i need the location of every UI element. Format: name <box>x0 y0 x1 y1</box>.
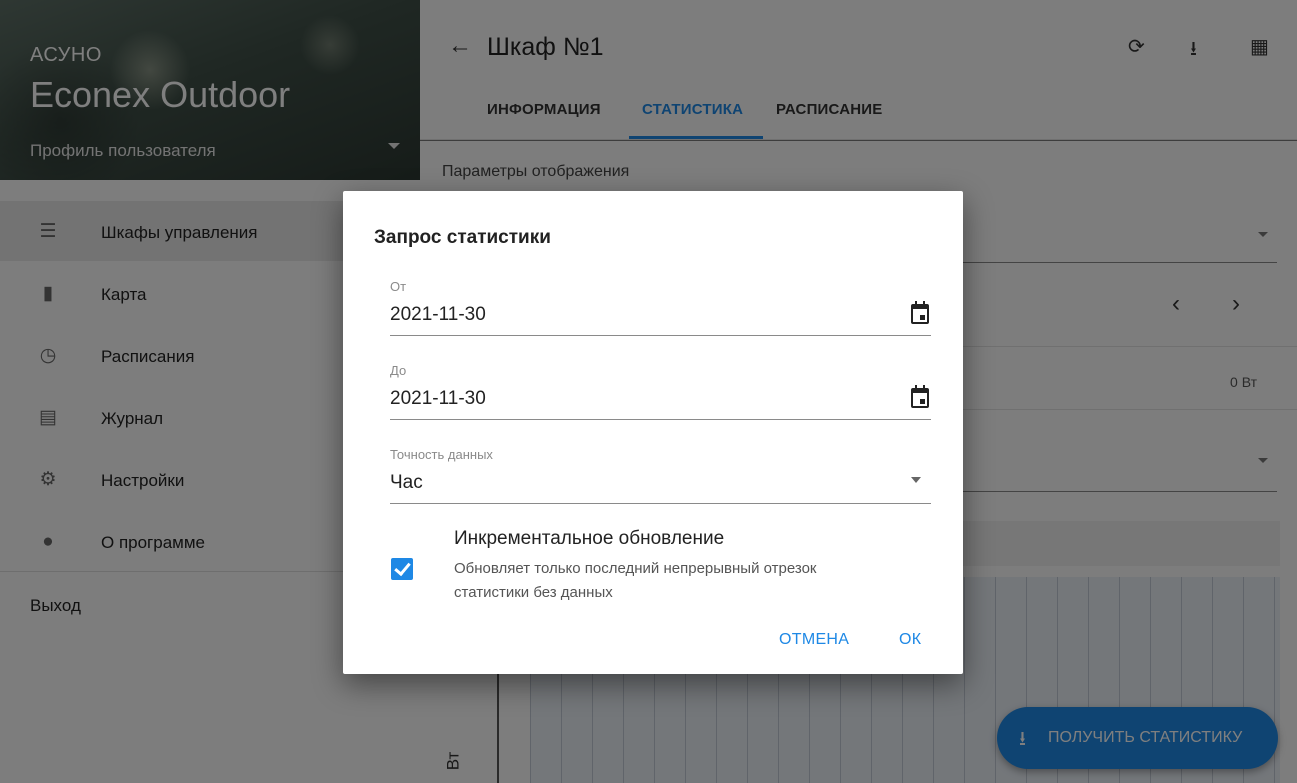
dialog-title: Запрос статистики <box>374 227 551 248</box>
from-date-label: От <box>390 279 407 294</box>
cancel-button[interactable]: ОТМЕНА <box>779 631 849 649</box>
to-date-field[interactable]: До 2021-11-30 <box>390 363 931 421</box>
incremental-update-description: Обновляет только последний непрерывный о… <box>454 560 817 601</box>
field-underline <box>390 335 931 336</box>
to-date-label: До <box>390 363 407 378</box>
field-underline <box>390 503 931 504</box>
chevron-down-icon <box>911 477 921 483</box>
precision-select[interactable]: Точность данных Час <box>390 447 931 505</box>
calendar-icon[interactable] <box>909 385 931 409</box>
app-window: АСУНО Econex Outdoor Профиль пользовател… <box>0 0 1297 783</box>
field-underline <box>390 419 931 420</box>
from-date-value[interactable]: 2021-11-30 <box>390 304 486 326</box>
statistics-request-dialog: Запрос статистики От 2021-11-30 До 2021-… <box>343 191 963 674</box>
calendar-icon[interactable] <box>909 301 931 325</box>
precision-label: Точность данных <box>390 447 493 462</box>
incremental-update-checkbox[interactable] <box>391 558 413 580</box>
ok-button[interactable]: ОК <box>899 631 921 649</box>
precision-value: Час <box>390 472 423 493</box>
from-date-field[interactable]: От 2021-11-30 <box>390 279 931 337</box>
to-date-value[interactable]: 2021-11-30 <box>390 388 486 410</box>
incremental-update-label: Инкрементальное обновление <box>454 528 725 549</box>
